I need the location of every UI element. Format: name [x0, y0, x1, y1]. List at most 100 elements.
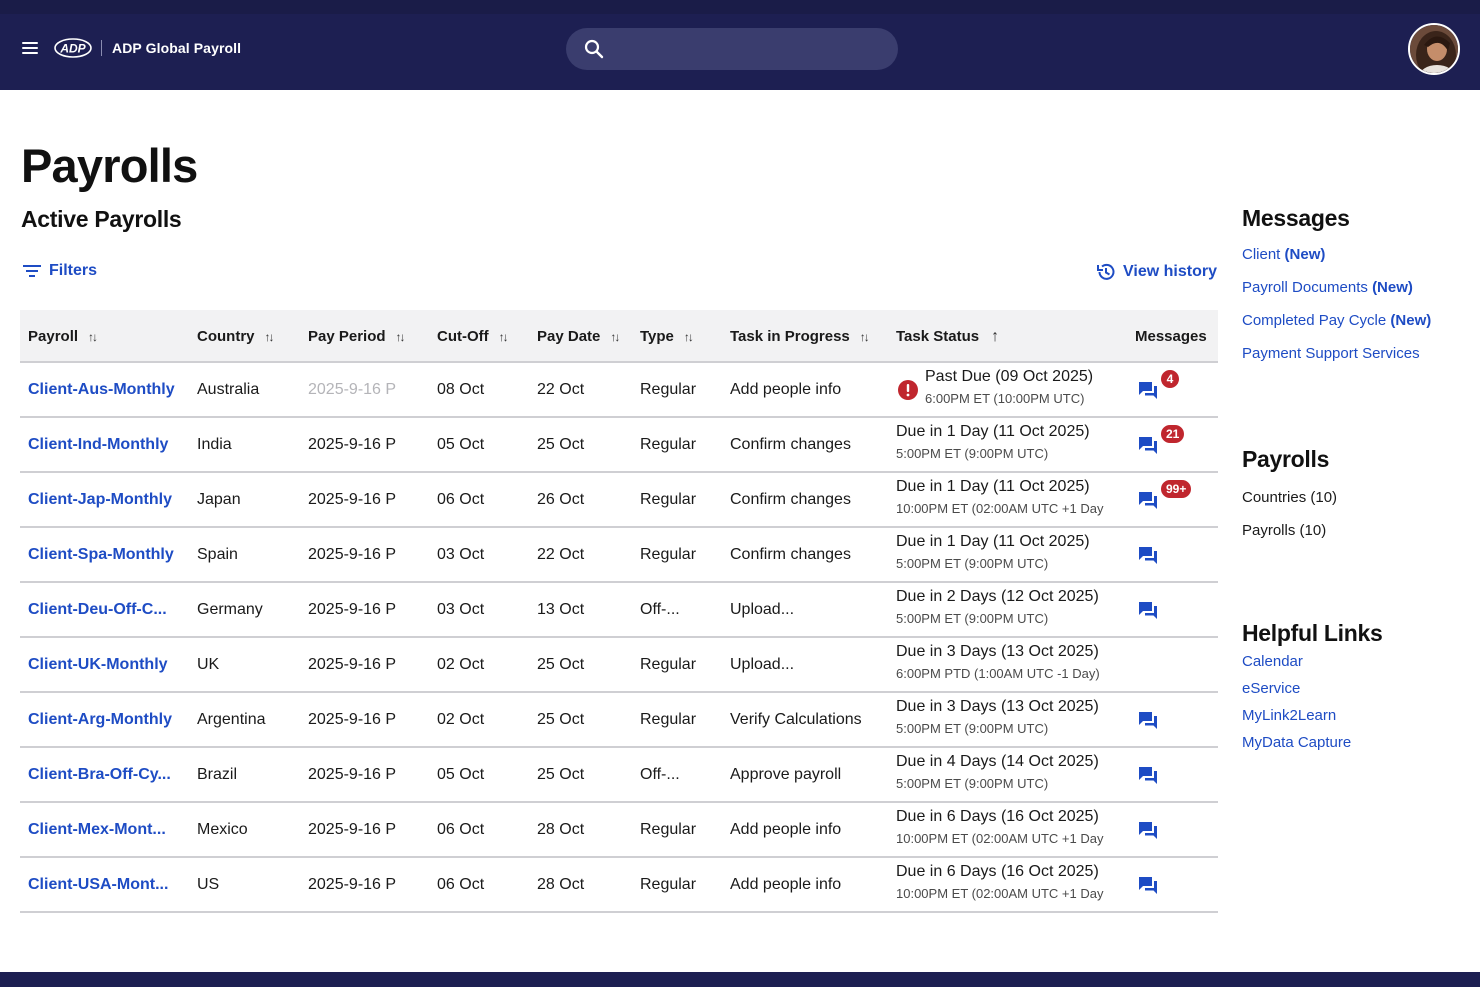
- messages-icon[interactable]: [1137, 489, 1159, 511]
- type-cell: Off-...: [640, 765, 680, 783]
- task-in-progress-cell: Upload...: [730, 600, 795, 618]
- pay-period-cell: 2025-9-16 P: [308, 820, 397, 838]
- task-status-time: 5:00PM ET (9:00PM UTC): [896, 721, 1049, 736]
- messages-link-label: Payroll Documents: [1242, 279, 1368, 296]
- adp-logo[interactable]: ADP: [54, 38, 92, 58]
- task-in-progress-cell: Confirm changes: [730, 490, 851, 508]
- messages-icon[interactable]: [1137, 544, 1159, 566]
- messages-icon[interactable]: [1137, 599, 1159, 621]
- payroll-name-link[interactable]: Client-Ind-Monthly: [28, 418, 168, 471]
- helpful-link[interactable]: MyLink2Learn: [1242, 707, 1383, 724]
- sort-icon[interactable]: ↑↓: [499, 330, 509, 344]
- task-status-text: Due in 6 Days (16 Oct 2025): [896, 808, 1099, 825]
- messages-icon[interactable]: [1137, 764, 1159, 786]
- user-avatar[interactable]: [1408, 23, 1460, 75]
- sort-icon[interactable]: ↑↓: [684, 330, 694, 344]
- helpful-link[interactable]: Calendar: [1242, 653, 1383, 670]
- helpful-link[interactable]: eService: [1242, 680, 1383, 697]
- messages-icon[interactable]: [1137, 819, 1159, 841]
- column-header-pay-date[interactable]: Pay Date ↑↓: [537, 310, 620, 363]
- task-status-cell: Due in 2 Days (12 Oct 2025) 5:00PM ET (9…: [896, 588, 1099, 633]
- payrolls-summary-item[interactable]: Payrolls (10): [1242, 522, 1337, 539]
- country-cell: India: [197, 435, 232, 453]
- cut-off-cell: 05 Oct: [437, 765, 485, 783]
- helpful-link[interactable]: MyData Capture: [1242, 734, 1383, 751]
- pay-date-cell: 22 Oct: [537, 380, 585, 398]
- task-status-text: Due in 3 Days (13 Oct 2025): [896, 643, 1099, 660]
- table-row[interactable]: Client-Spa-Monthly Spain 2025-9-16 P 03 Oct…: [20, 528, 1218, 583]
- type-cell: Regular: [640, 490, 697, 508]
- pay-period-cell: 2025-9-16 P: [308, 655, 397, 673]
- pay-period-cell: 2025-9-16 P: [308, 380, 397, 398]
- type-cell: Regular: [640, 710, 697, 728]
- country-cell: US: [197, 875, 220, 893]
- helpful-links-panel: Helpful Links Calendar eService MyLink2Lea…: [1242, 620, 1383, 751]
- table-row[interactable]: Client-USA-Mont... US 2025-9-16 P 06 Oct 28 …: [20, 858, 1218, 913]
- messages-icon[interactable]: [1137, 709, 1159, 731]
- messages-icon[interactable]: [1137, 874, 1159, 896]
- page-title: Payrolls: [21, 139, 198, 192]
- column-header-country[interactable]: Country ↑↓: [197, 310, 275, 363]
- column-header-cut-off[interactable]: Cut-Off ↑↓: [437, 310, 509, 363]
- type-cell: Regular: [640, 820, 697, 838]
- search-icon: [584, 39, 604, 59]
- sort-icon[interactable]: ↑↓: [396, 330, 406, 344]
- payroll-name-link[interactable]: Client-UK-Monthly: [28, 638, 168, 691]
- payroll-name-link[interactable]: Client-Deu-Off-C...: [28, 583, 167, 636]
- table-row[interactable]: Client-UK-Monthly UK 2025-9-16 P 02 Oct 25 O…: [20, 638, 1218, 693]
- payroll-name-link[interactable]: Client-Bra-Off-Cy...: [28, 748, 171, 801]
- payroll-name-link[interactable]: Client-USA-Mont...: [28, 858, 168, 911]
- column-header-type[interactable]: Type ↑↓: [640, 310, 694, 363]
- messages-link[interactable]: Client (New): [1242, 246, 1431, 263]
- column-label: Cut-Off: [437, 328, 489, 345]
- messages-title: Messages: [1242, 205, 1350, 231]
- payroll-name-link[interactable]: Client-Aus-Monthly: [28, 363, 175, 416]
- messages-link[interactable]: Payroll Documents (New): [1242, 279, 1431, 296]
- table-row[interactable]: Client-Aus-Monthly Australia 2025-9-16 P 08…: [20, 363, 1218, 418]
- messages-icon[interactable]: [1137, 434, 1159, 456]
- menu-icon[interactable]: [22, 42, 38, 54]
- messages-icon[interactable]: [1137, 379, 1159, 401]
- search-input[interactable]: [616, 28, 886, 70]
- payroll-name-link[interactable]: Client-Mex-Mont...: [28, 803, 166, 856]
- pay-date-cell: 25 Oct: [537, 765, 585, 783]
- table-row[interactable]: Client-Mex-Mont... Mexico 2025-9-16 P 06 Oc…: [20, 803, 1218, 858]
- table-row[interactable]: Client-Bra-Off-Cy... Brazil 2025-9-16 P 05 …: [20, 748, 1218, 803]
- sort-icon[interactable]: ↑↓: [610, 330, 620, 344]
- payrolls-summary-item[interactable]: Countries (10): [1242, 489, 1337, 506]
- column-header-payroll[interactable]: Payroll ↑↓: [28, 310, 98, 363]
- view-history-link[interactable]: View history: [1095, 261, 1217, 283]
- new-tag: (New): [1390, 312, 1432, 329]
- table-row[interactable]: Client-Deu-Off-C... Germany 2025-9-16 P 03 …: [20, 583, 1218, 638]
- messages-link[interactable]: Completed Pay Cycle (New): [1242, 312, 1431, 329]
- task-in-progress-cell: Confirm changes: [730, 545, 851, 563]
- filters-button[interactable]: Filters: [23, 262, 97, 280]
- table-row[interactable]: Client-Arg-Monthly Argentina 2025-9-16 P 02…: [20, 693, 1218, 748]
- column-header-pay-period[interactable]: Pay Period ↑↓: [308, 310, 406, 363]
- task-status-time: 10:00PM ET (02:00AM UTC +1 Day: [896, 886, 1104, 901]
- new-tag: (New): [1372, 279, 1413, 296]
- country-cell: Spain: [197, 545, 238, 563]
- table-row[interactable]: Client-Jap-Monthly Japan 2025-9-16 P 06 Oct…: [20, 473, 1218, 528]
- payroll-name-link[interactable]: Client-Jap-Monthly: [28, 473, 172, 526]
- task-in-progress-cell: Add people info: [730, 875, 842, 893]
- messages-link[interactable]: Payment Support Services: [1242, 345, 1431, 362]
- pay-period-cell: 2025-9-16 P: [308, 765, 397, 783]
- sort-icon[interactable]: ↑↓: [88, 330, 98, 344]
- top-bar: ADP ADP Global Payroll: [0, 0, 1480, 90]
- sort-icon[interactable]: ↑↓: [265, 330, 275, 344]
- task-status-cell: Due in 6 Days (16 Oct 2025) 10:00PM ET (…: [896, 808, 1104, 853]
- sort-ascending-icon[interactable]: ↑: [991, 328, 999, 346]
- sort-icon[interactable]: ↑↓: [860, 330, 870, 344]
- task-status-cell: Due in 6 Days (16 Oct 2025) 10:00PM ET (…: [896, 863, 1104, 908]
- column-label: Type: [640, 328, 674, 345]
- type-cell: Regular: [640, 875, 697, 893]
- search-bar[interactable]: [566, 28, 898, 70]
- payroll-name-link[interactable]: Client-Arg-Monthly: [28, 693, 172, 746]
- column-header-task-in-progress[interactable]: Task in Progress ↑↓: [730, 310, 870, 363]
- task-status-cell: Due in 1 Day (11 Oct 2025) 5:00PM ET (9:…: [896, 533, 1090, 578]
- task-in-progress-cell: Add people info: [730, 820, 842, 838]
- column-header-task-status[interactable]: Task Status ↑: [896, 310, 999, 363]
- payroll-name-link[interactable]: Client-Spa-Monthly: [28, 528, 174, 581]
- table-row[interactable]: Client-Ind-Monthly India 2025-9-16 P 05 Oct…: [20, 418, 1218, 473]
